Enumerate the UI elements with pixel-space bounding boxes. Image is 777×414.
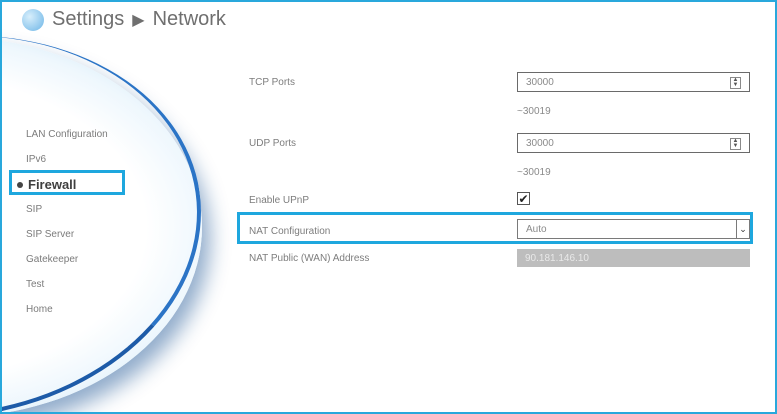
nat-configuration-select[interactable]: Auto ⌄ (517, 219, 750, 239)
wan-address-label: NAT Public (WAN) Address (249, 253, 370, 264)
tcp-ports-label: TCP Ports (249, 77, 295, 88)
udp-ports-input[interactable]: 30000 ▲ ▼ (517, 133, 750, 153)
tcp-ports-input[interactable]: 30000 ▲ ▼ (517, 72, 750, 92)
breadcrumb: Settings ▶ Network (22, 8, 226, 31)
sidebar-item-label: SIP (26, 204, 43, 215)
spinner-icon[interactable]: ▲ ▼ (730, 77, 741, 89)
sidebar-item-ipv6[interactable]: IPv6 (2, 147, 222, 172)
settings-window: Settings ▶ Network LAN Configuration IPv… (0, 0, 777, 414)
upnp-checkbox[interactable]: ✔ (517, 192, 530, 205)
tcp-ports-range-end: ~30019 (517, 106, 551, 117)
checkmark-icon: ✔ (518, 192, 529, 206)
sidebar-item-label: Gatekeeper (26, 254, 79, 265)
nat-configuration-value: Auto (526, 223, 547, 235)
sidebar-item-home[interactable]: Home (2, 297, 222, 322)
wan-address-value: 90.181.146.10 (525, 252, 589, 264)
breadcrumb-section[interactable]: Settings (52, 8, 124, 31)
sidebar-item-sip[interactable]: SIP (2, 197, 222, 222)
nat-configuration-label: NAT Configuration (249, 226, 331, 237)
sidebar-nav: LAN Configuration IPv6 Firewall SIP SIP … (2, 122, 222, 322)
sidebar-item-label: Home (26, 304, 53, 315)
udp-ports-label: UDP Ports (249, 138, 297, 149)
upnp-label: Enable UPnP (249, 195, 310, 206)
sidebar-item-label: SIP Server (26, 229, 75, 240)
tcp-ports-value: 30000 (526, 76, 554, 88)
sidebar-item-test[interactable]: Test (2, 272, 222, 297)
sidebar-item-lan-configuration[interactable]: LAN Configuration (2, 122, 222, 147)
sidebar-item-label: LAN Configuration (26, 129, 108, 140)
sidebar-item-gatekeeper[interactable]: Gatekeeper (2, 247, 222, 272)
chevron-down-icon[interactable]: ⌄ (736, 220, 749, 238)
firewall-highlight-box (9, 170, 125, 195)
spinner-icon[interactable]: ▲ ▼ (730, 138, 741, 150)
udp-ports-value: 30000 (526, 137, 554, 149)
sidebar-item-sip-server[interactable]: SIP Server (2, 222, 222, 247)
udp-ports-range-end: ~30019 (517, 167, 551, 178)
wan-address-field: 90.181.146.10 (517, 249, 750, 267)
breadcrumb-page: Network (152, 8, 226, 30)
sidebar-item-label: Test (26, 279, 45, 290)
breadcrumb-separator-icon: ▶ (132, 11, 145, 29)
sidebar-item-label: IPv6 (26, 154, 47, 165)
settings-logo-icon (22, 8, 44, 31)
